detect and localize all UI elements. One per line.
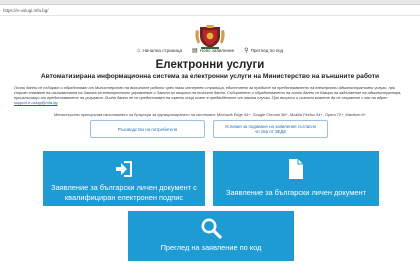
- tile-qualified-label: Заявление за български личен документ с …: [51, 183, 197, 202]
- tile-qualified-signature[interactable]: Заявление за български личен документ с …: [43, 151, 205, 206]
- browser-tab-strip: [0, 0, 420, 5]
- file-icon: [289, 159, 303, 179]
- nav-new-application[interactable]: ▤ Ново заявление: [192, 46, 234, 56]
- main-nav: ⌂ Начална страница ▤ Ново заявление ⚲ Пр…: [0, 46, 420, 56]
- privacy-notice: Лични данни се събират и обработват от М…: [14, 85, 406, 105]
- terms-button[interactable]: Условия за подаване на заявления съгласн…: [213, 120, 328, 138]
- tile-review-by-code[interactable]: Преглед на заявление по код: [128, 211, 294, 261]
- nav-review-by-code[interactable]: ⚲ Преглед по код: [244, 46, 283, 56]
- document-icon: ▤: [192, 48, 198, 54]
- privacy-notice-text: Лични данни се събират и обработват от М…: [14, 85, 402, 101]
- magnifier-icon: [201, 218, 222, 239]
- page-subtitle: Автоматизирана информационна система за …: [40, 73, 380, 80]
- user-guide-button[interactable]: Ръководство на потребителя: [90, 120, 205, 138]
- support-email-link[interactable]: support.e-uslugi@mfa.bg: [14, 100, 58, 105]
- home-icon: ⌂: [136, 48, 141, 54]
- tile-review-label: Преглед на заявление по код: [160, 243, 262, 252]
- nav-home-label: Начална страница: [142, 48, 183, 53]
- nav-new-label: Ново заявление: [199, 48, 235, 53]
- browser-recommendation: Министерство препоръчва използването на …: [54, 112, 366, 117]
- sign-in-icon: [116, 161, 132, 177]
- address-bar[interactable]: https://e-uslugi.mfa.bg/: [0, 6, 420, 16]
- page-title: Електронни услуги: [155, 59, 265, 71]
- tile-personal-label: Заявление за български личен документ: [225, 188, 366, 197]
- search-icon: ⚲: [244, 48, 249, 54]
- nav-home[interactable]: ⌂ Начална страница: [137, 46, 182, 56]
- tile-personal-document[interactable]: Заявление за български личен документ: [213, 151, 379, 206]
- nav-review-label: Преглед по код: [250, 48, 284, 53]
